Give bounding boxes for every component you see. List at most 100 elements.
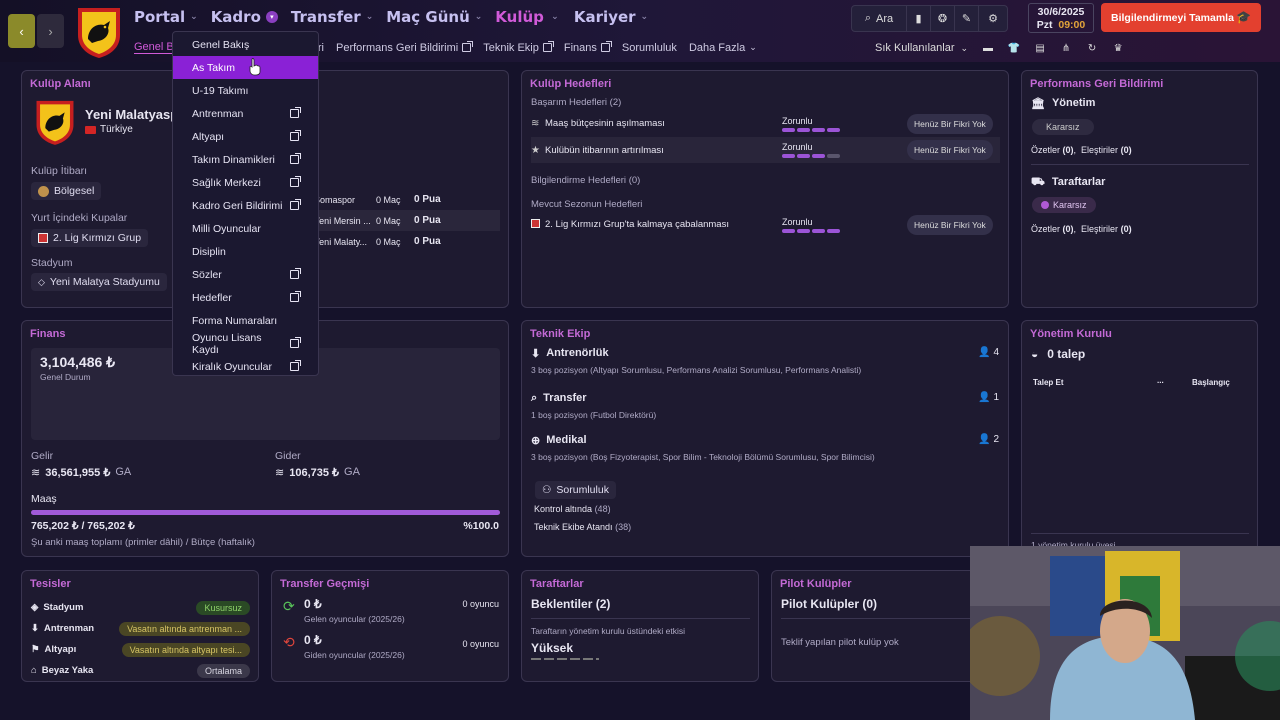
menu-item-antrenman[interactable]: Antrenman <box>173 102 318 125</box>
external-link-icon <box>290 337 301 348</box>
bookmark-icon[interactable]: ▮ <box>907 6 931 31</box>
influence-label: Taraftarın yönetim kurulu üstündeki etki… <box>531 626 686 636</box>
status-badge: Kararsız <box>1032 119 1094 135</box>
expense-value: ≋ 106,735 ₺ GA <box>275 466 360 479</box>
menu-item-forma-numaralari[interactable]: Forma Numaraları <box>173 309 318 332</box>
board-feedback[interactable]: 🏛 Yönetim <box>1031 97 1095 110</box>
menu-item-disiplin[interactable]: Disiplin <box>173 240 318 263</box>
back-arrow-icon[interactable]: ‹ <box>8 14 35 48</box>
staff-group-medical[interactable]: ⊕ Medikal <box>531 434 587 447</box>
external-link-icon <box>290 199 301 210</box>
chat-icon[interactable]: ▬ <box>982 42 994 54</box>
favorites-dropdown[interactable]: Sık Kullanılanlar ⌄ <box>875 42 968 54</box>
subnav-responsibility[interactable]: Sorumluluk <box>622 41 677 54</box>
plus-circle-icon: ⊕ <box>531 435 541 447</box>
table-row[interactable]: Somaspor 0 Maç 0 Pua <box>314 189 500 210</box>
menu-item-u19[interactable]: U-19 Takımı <box>173 79 318 102</box>
menu-item-kadro-geri-bildirimi[interactable]: Kadro Geri Bildirimi <box>173 194 318 217</box>
graduation-cap-icon: 🎓 <box>1236 10 1251 24</box>
subnav-performance[interactable]: Performans Geri Bildirimi <box>336 41 474 54</box>
menu-item-takim-dinamikleri[interactable]: Takım Dinamikleri <box>173 148 318 171</box>
table-row[interactable]: Yeni Mersin ... 0 Maç 0 Pua <box>314 210 500 231</box>
menu-item-milli-oyuncular[interactable]: Milli Oyuncular <box>173 217 318 240</box>
menu-item-genel-bakis[interactable]: Genel Bakış <box>173 33 318 56</box>
fans-icon: ⛟ <box>1031 176 1045 188</box>
panel-title: Teknik Ekip <box>530 328 591 340</box>
fans-expectations[interactable]: Beklentiler (2) <box>531 597 610 611</box>
panel-title: Yönetim Kurulu <box>1030 328 1112 340</box>
menu-item-sozler[interactable]: Sözler <box>173 263 318 286</box>
club-crest <box>36 100 74 145</box>
goal-row[interactable]: 2. Lig Kırmızı Grup'ta kalmaya çabalanma… <box>531 212 1000 237</box>
brain-icon[interactable]: ❂ <box>931 6 955 31</box>
outgoing-value: 0 ₺ <box>304 633 322 647</box>
outgoing-count: 0 oyuncu <box>462 639 499 649</box>
webcam-image <box>970 546 1280 720</box>
menu-item-as-takim[interactable]: As Takım <box>173 56 318 79</box>
whistle-icon: ⬇ <box>31 623 39 634</box>
goal-row[interactable]: ≋ Maaş bütçesinin aşılmaması Zorunlu Hen… <box>531 111 1000 136</box>
nav-kulup[interactable]: Kulüp ⌄ <box>495 8 561 26</box>
club-name: Yeni Malatyasp <box>85 107 179 122</box>
panel-title: Transfer Geçmişi <box>280 578 370 590</box>
menu-item-hedefler[interactable]: Hedefler <box>173 286 318 309</box>
nav-mac-gunu[interactable]: Maç Günü ⌄ <box>386 8 482 26</box>
reputation-chip[interactable]: Bölgesel <box>31 182 102 200</box>
subnav-more[interactable]: Daha Fazla ⌄ <box>689 41 757 54</box>
nav-transfer[interactable]: Transfer ⌄ <box>291 8 373 26</box>
subnav-finance[interactable]: Finans <box>564 41 612 54</box>
club-crest-logo[interactable] <box>74 5 124 59</box>
wage-percent: %100.0 <box>463 520 499 532</box>
stadium-chip[interactable]: ◇ Yeni Malatya Stadyumu <box>31 273 167 291</box>
people-icon: ⚇ <box>542 484 552 496</box>
influence-value: Yüksek <box>531 641 574 655</box>
goal-row[interactable]: ★ Kulübün itibarının artırılması Zorunlu… <box>531 137 1000 163</box>
nav-kadro[interactable]: Kadro ▾ <box>211 8 278 26</box>
control-count: Kontrol altında (48) <box>534 504 611 514</box>
menu-item-oyuncu-lisans[interactable]: Oyuncu Lisans Kaydı <box>173 332 318 356</box>
opinion-button[interactable]: Henüz Bir Fikri Yok <box>907 113 993 134</box>
panel-title: Finans <box>30 328 66 340</box>
fans-panel: Taraftarlar Beklentiler (2) Taraftarın y… <box>521 570 759 682</box>
facility-row[interactable]: ◈ Stadyum Kusursuz <box>31 597 250 618</box>
menu-item-kiralik-oyuncular[interactable]: Kiralık Oyuncular <box>173 355 318 378</box>
staff-group-transfer[interactable]: ⌕ Transfer <box>531 392 587 405</box>
trophy-icon[interactable]: ♛ <box>1112 42 1124 54</box>
external-link-icon <box>290 130 301 141</box>
facility-row[interactable]: ⚑ Altyapı Vasatın altında altyapı tesi... <box>31 639 250 660</box>
chevron-down-icon: ⌄ <box>640 12 649 22</box>
network-icon[interactable]: ⋔ <box>1060 42 1072 54</box>
search-button[interactable]: ⌕ Ara <box>852 6 907 31</box>
opinion-button[interactable]: Henüz Bir Fikri Yok <box>907 140 993 160</box>
cup-chip[interactable]: 2. Lig Kırmızı Grup <box>31 229 149 247</box>
staff-group-coaching[interactable]: ⬇ Antrenörlük <box>531 347 609 360</box>
wage-label: Maaş <box>31 493 57 505</box>
incoming-label: Gelen oyuncular (2025/26) <box>304 614 405 624</box>
pencil-icon[interactable]: ✎ <box>955 6 979 31</box>
chevron-down-icon: ⌄ <box>551 12 559 22</box>
facility-row[interactable]: ⬇ Antrenman Vasatın altında antrenman ... <box>31 618 250 639</box>
coins-icon: ≋ <box>531 118 540 129</box>
balance-label: Genel Durum <box>40 372 91 382</box>
facility-row[interactable]: ⌂ Beyaz Yaka Ortalama <box>31 660 250 681</box>
menu-item-altyapi[interactable]: Altyapı <box>173 125 318 148</box>
shirt-icon[interactable]: 👕 <box>1008 42 1020 54</box>
staff-desc: 3 boş pozisyon (Boş Fizyoterapist, Spor … <box>531 452 875 462</box>
opinion-button[interactable]: Henüz Bir Fikri Yok <box>907 214 993 235</box>
game-date[interactable]: 30/6/2025 Pzt 09:00 <box>1028 3 1094 33</box>
nav-portal[interactable]: Portal ⌄ <box>134 8 198 26</box>
transfer-history-panel: Transfer Geçmişi ⟳ 0 ₺ Gelen oyuncular (… <box>271 570 509 682</box>
staff-count: 👤 4 <box>978 347 999 358</box>
clipboard-icon[interactable]: ▤ <box>1034 42 1046 54</box>
fans-feedback[interactable]: ⛟ Taraftarlar <box>1031 176 1105 190</box>
external-link-icon <box>290 176 301 187</box>
subnav-staff[interactable]: Teknik Ekip <box>483 41 554 54</box>
refresh-icon[interactable]: ↻ <box>1086 42 1098 54</box>
forward-arrow-icon[interactable]: › <box>37 14 64 48</box>
nav-kariyer[interactable]: Kariyer ⌄ <box>574 8 648 26</box>
continue-button[interactable]: Bilgilendirmeyi Tamamla 🎓 <box>1101 3 1261 32</box>
responsibility-chip[interactable]: ⚇ Sorumluluk <box>535 481 616 499</box>
table-row[interactable]: Yeni Malaty... 0 Maç 0 Pua <box>314 231 500 252</box>
gear-icon[interactable]: ⚙ <box>979 6 1007 31</box>
menu-item-saglik-merkezi[interactable]: Sağlık Merkezi <box>173 171 318 194</box>
